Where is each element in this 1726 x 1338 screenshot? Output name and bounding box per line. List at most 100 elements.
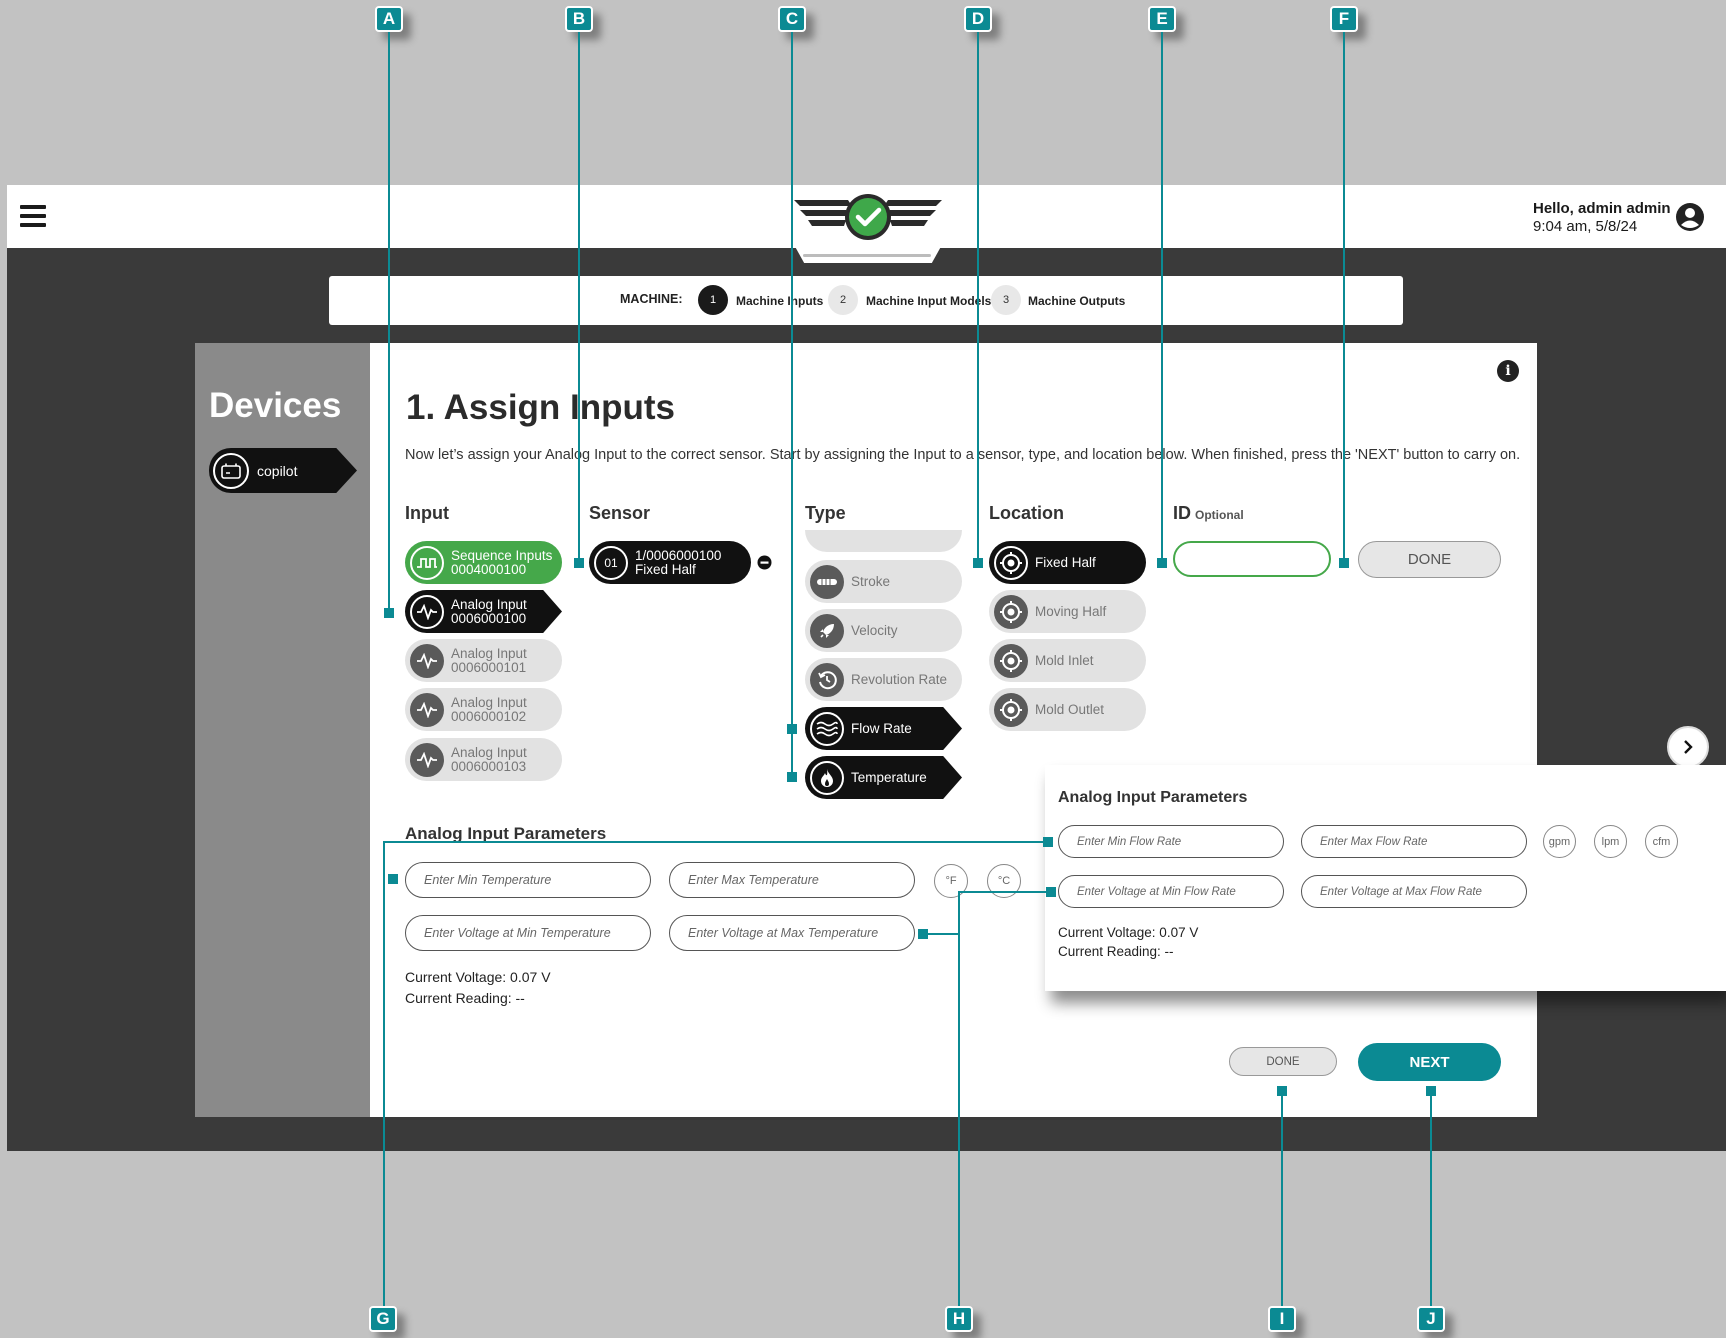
callout-badge-f: F xyxy=(1330,6,1358,32)
callout-line-f xyxy=(1343,32,1345,562)
callout-badge-g: G xyxy=(369,1306,397,1332)
callout-marker-g1 xyxy=(1043,837,1053,847)
step-1-number[interactable]: 1 xyxy=(698,285,728,315)
max-temperature-input[interactable] xyxy=(669,862,915,898)
type-label: Flow Rate xyxy=(851,720,912,736)
overlay-title: Analog Input Parameters xyxy=(1058,789,1248,806)
user-greeting: Hello, admin admin xyxy=(1533,200,1671,217)
callout-marker-c1 xyxy=(787,724,797,734)
input-name: Analog Input xyxy=(451,645,527,661)
callout-line-g xyxy=(383,841,385,1316)
overlay-current-reading: Current Reading: -- xyxy=(1058,944,1174,959)
step-1-label[interactable]: Machine Inputs xyxy=(736,294,823,308)
callout-line-g-top xyxy=(383,841,1053,843)
type-label: Stroke xyxy=(851,573,891,589)
input-sequence-inputs[interactable]: Sequence Inputs 0004000100 xyxy=(405,541,562,584)
callout-marker-d xyxy=(973,558,983,568)
location-moving-half[interactable]: Moving Half xyxy=(989,590,1146,633)
step-3-number[interactable]: 3 xyxy=(991,285,1021,315)
type-label: Temperature xyxy=(851,769,927,785)
flame-icon xyxy=(810,760,844,795)
max-flow-rate-input[interactable] xyxy=(1301,825,1527,858)
min-temperature-input[interactable] xyxy=(405,862,651,898)
callout-line-e xyxy=(1161,32,1163,562)
callout-marker-c2 xyxy=(787,772,797,782)
callout-marker-h1 xyxy=(1046,887,1056,897)
location-label: Moving Half xyxy=(1035,603,1107,619)
analog-wave-icon xyxy=(410,692,444,727)
callout-badge-j: J xyxy=(1417,1306,1445,1332)
callout-marker-g2 xyxy=(388,874,398,884)
input-analog-0006000103[interactable]: Analog Input 0006000103 xyxy=(405,738,562,781)
stroke-icon xyxy=(810,564,844,599)
flow-rate-parameters-panel: Analog Input Parameters gpm lpm cfm Curr… xyxy=(1045,765,1726,991)
unit-cfm[interactable]: cfm xyxy=(1645,825,1678,858)
chevron-right-icon xyxy=(1684,740,1693,754)
target-icon xyxy=(994,545,1028,580)
location-label: Fixed Half xyxy=(1035,554,1096,570)
id-optional-label: Optional xyxy=(1195,508,1244,522)
type-revolution-rate[interactable]: Revolution Rate xyxy=(805,658,962,701)
location-mold-outlet[interactable]: Mold Outlet xyxy=(989,688,1146,731)
input-analog-0006000101[interactable]: Analog Input 0006000101 xyxy=(405,639,562,682)
input-code: 0006000100 xyxy=(451,610,527,626)
logo-underline xyxy=(803,254,931,257)
type-temperature[interactable]: Temperature xyxy=(805,756,962,799)
callout-badge-i: I xyxy=(1268,1306,1296,1332)
voltage-min-flow-rate-input[interactable] xyxy=(1058,875,1284,908)
logo-check-icon[interactable] xyxy=(790,190,946,248)
input-code: 0004000100 xyxy=(451,561,527,577)
device-chip-copilot[interactable]: copilot xyxy=(209,448,357,493)
column-input-header: Input xyxy=(405,503,449,523)
target-icon xyxy=(994,594,1028,629)
type-label: Velocity xyxy=(851,622,898,638)
type-velocity[interactable]: Velocity xyxy=(805,609,962,652)
id-input[interactable] xyxy=(1173,541,1331,577)
voltage-min-temperature-input[interactable] xyxy=(405,915,651,951)
input-code: 0006000103 xyxy=(451,758,527,774)
location-fixed-half[interactable]: Fixed Half xyxy=(989,541,1146,584)
callout-marker-h2 xyxy=(918,929,928,939)
location-mold-inlet[interactable]: Mold Inlet xyxy=(989,639,1146,682)
account-icon[interactable] xyxy=(1675,202,1705,232)
input-name: Analog Input xyxy=(451,694,527,710)
step-3-label[interactable]: Machine Outputs xyxy=(1028,294,1125,308)
input-code: 0006000101 xyxy=(451,659,527,675)
hamburger-menu-icon[interactable] xyxy=(20,205,46,227)
footer-done-button[interactable]: DONE xyxy=(1229,1047,1337,1076)
next-button[interactable]: NEXT xyxy=(1358,1043,1501,1081)
revolution-icon xyxy=(810,662,844,697)
callout-badge-h: H xyxy=(945,1306,973,1332)
machine-stepper: MACHINE: 1 Machine Inputs 2 Machine Inpu… xyxy=(329,276,1403,325)
device-name: copilot xyxy=(257,462,298,479)
info-icon[interactable]: i xyxy=(1497,360,1519,382)
sensor-chip[interactable]: 01 1/0006000100 Fixed Half xyxy=(589,541,751,584)
voltage-max-temperature-input[interactable] xyxy=(669,915,915,951)
callout-badge-a: A xyxy=(375,6,403,32)
unit-gpm[interactable]: gpm xyxy=(1543,825,1576,858)
carousel-next-button[interactable] xyxy=(1667,726,1709,768)
callout-line-b xyxy=(578,32,580,562)
type-stroke[interactable]: Stroke xyxy=(805,560,962,603)
type-label: Revolution Rate xyxy=(851,671,948,687)
step-2-number[interactable]: 2 xyxy=(828,285,858,315)
callout-marker-a xyxy=(384,608,394,618)
waves-icon xyxy=(810,711,844,746)
analog-wave-icon xyxy=(410,742,444,777)
step-2-label[interactable]: Machine Input Models xyxy=(866,294,991,308)
sensor-line1: 1/0006000100 xyxy=(635,547,722,563)
input-analog-0006000100[interactable]: Analog Input 0006000100 xyxy=(405,590,562,633)
input-analog-0006000102[interactable]: Analog Input 0006000102 xyxy=(405,688,562,731)
min-flow-rate-input[interactable] xyxy=(1058,825,1284,858)
remove-sensor-icon[interactable] xyxy=(757,555,772,570)
input-name: Analog Input xyxy=(451,596,527,612)
stepper-label: MACHINE: xyxy=(620,292,683,306)
voltage-max-flow-rate-input[interactable] xyxy=(1301,875,1527,908)
id-done-button[interactable]: DONE xyxy=(1358,541,1501,578)
current-voltage: Current Voltage: 0.07 V xyxy=(405,969,551,985)
input-name: Sequence Inputs xyxy=(451,547,553,563)
type-flow-rate[interactable]: Flow Rate xyxy=(805,707,962,750)
callout-line-c xyxy=(791,32,793,777)
target-icon xyxy=(994,692,1028,727)
unit-lpm[interactable]: lpm xyxy=(1594,825,1627,858)
